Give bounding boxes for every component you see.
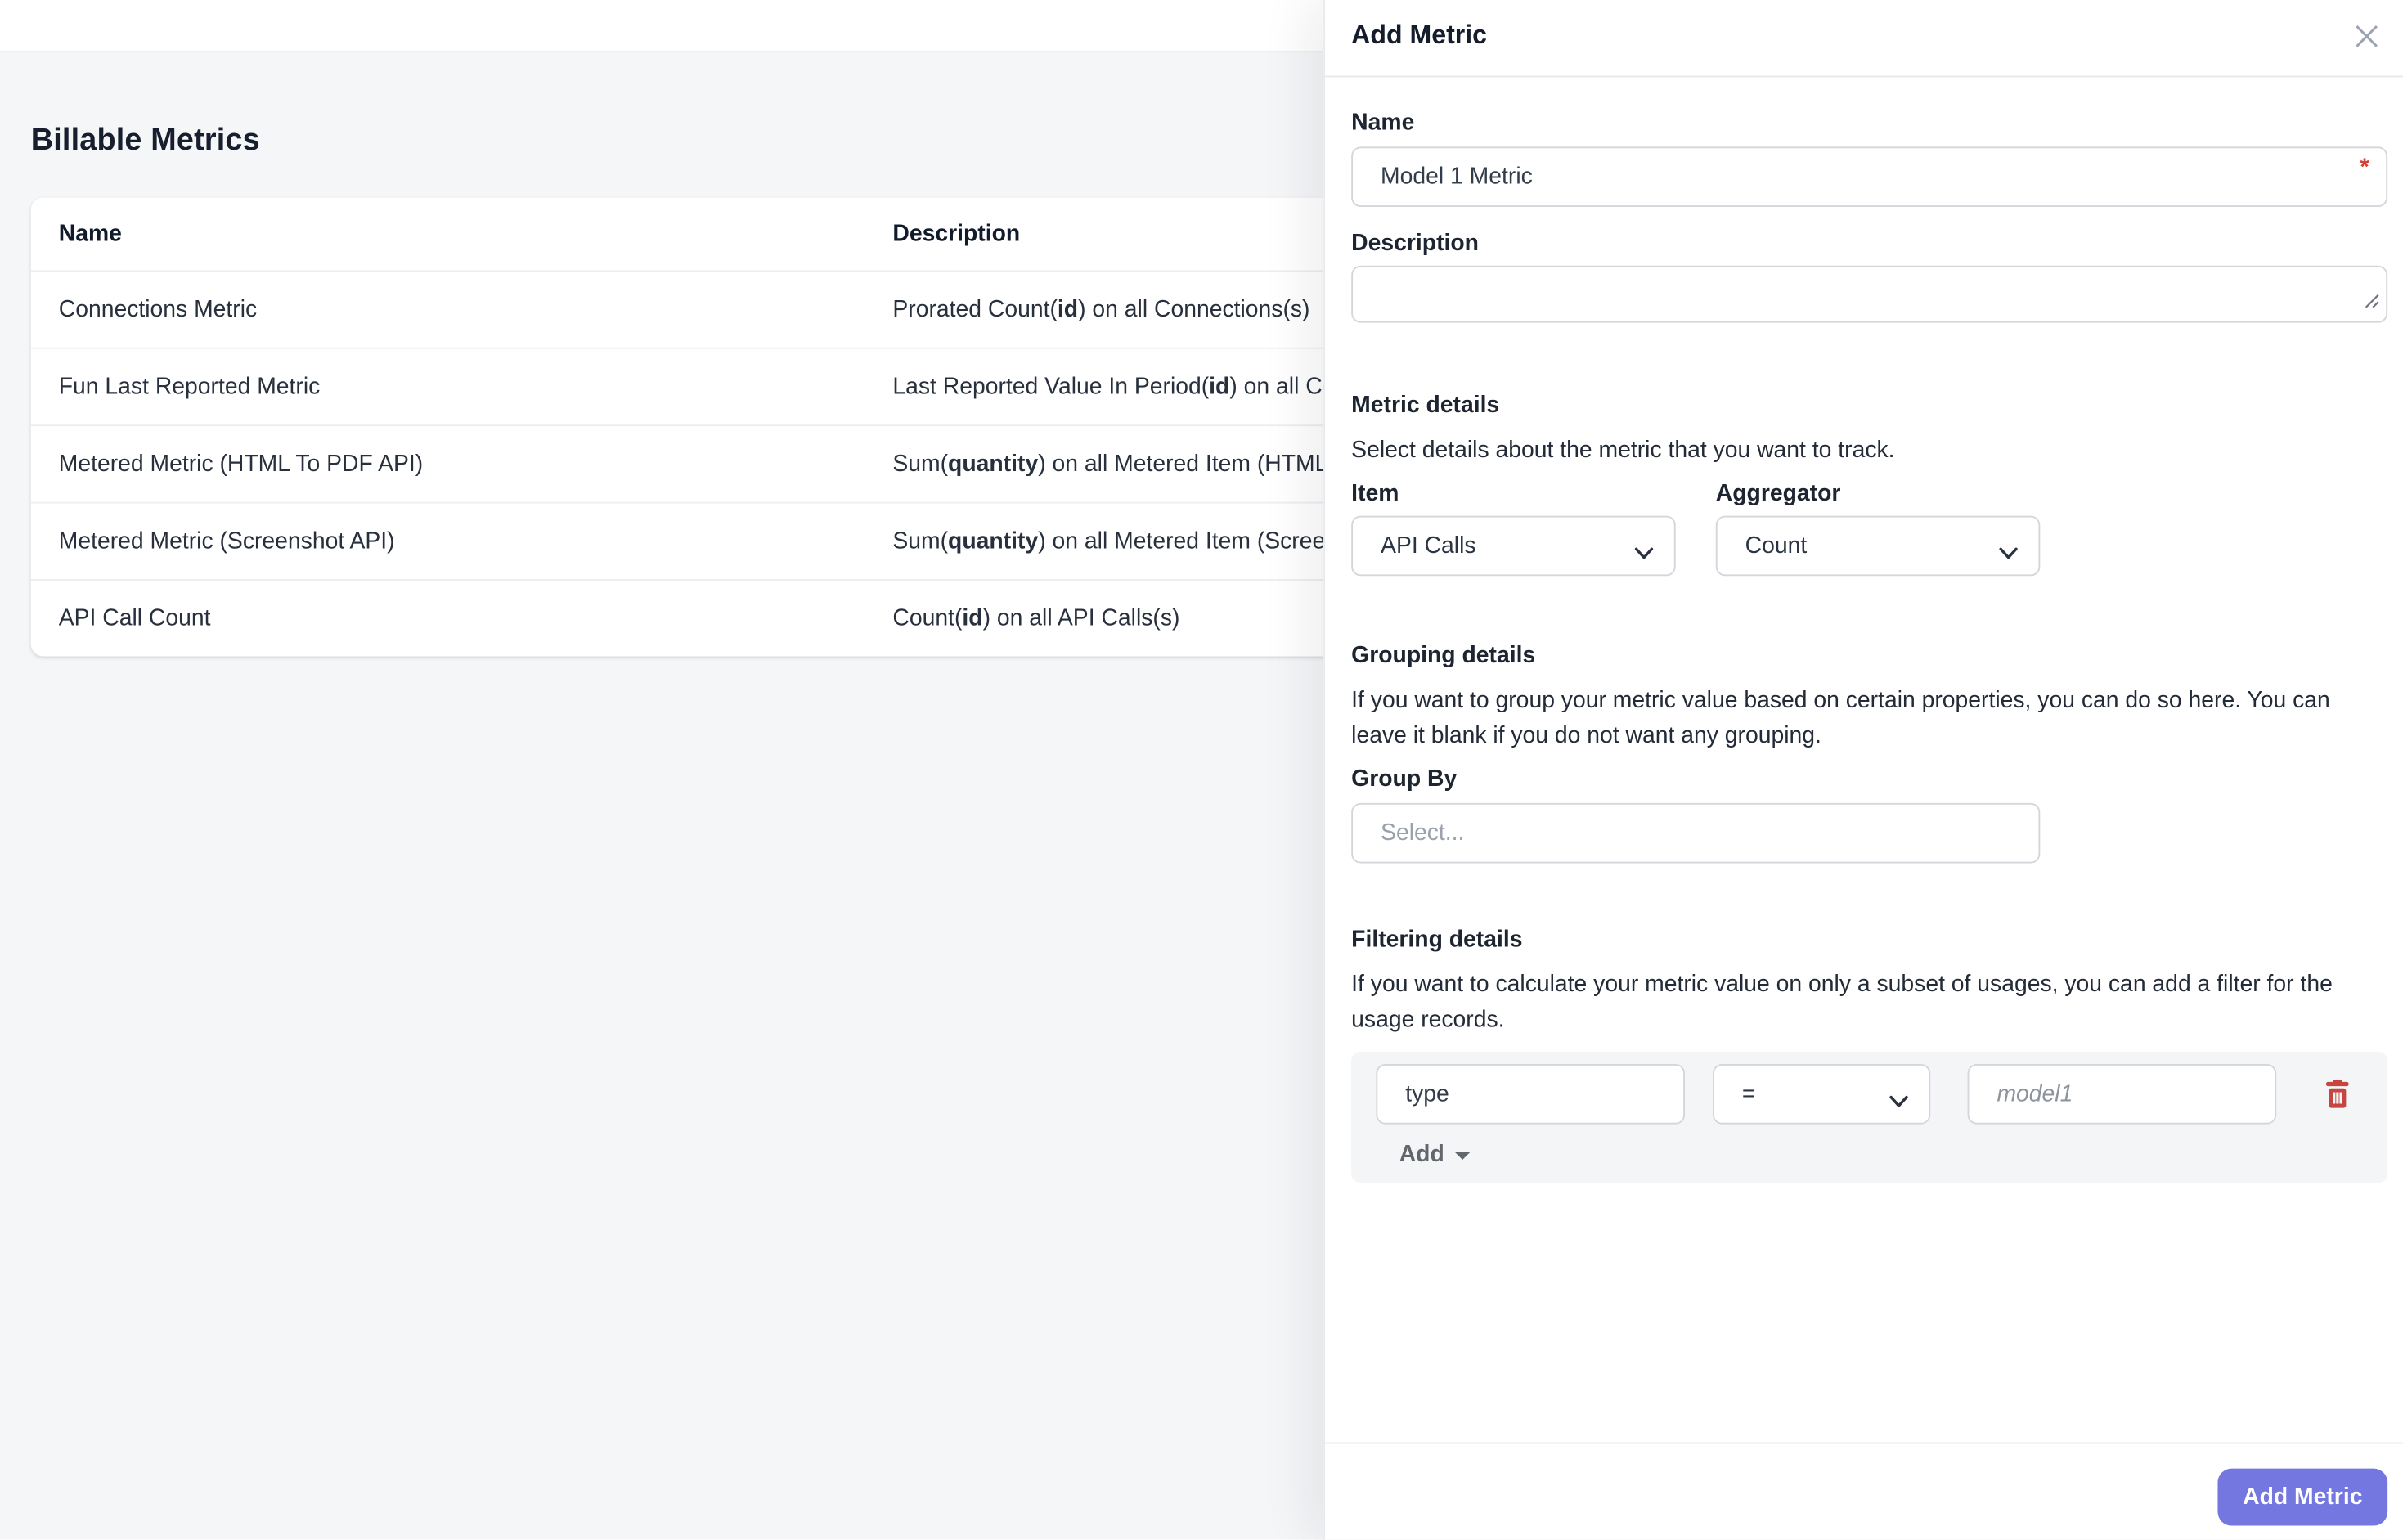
column-header-name: Name [31, 221, 893, 247]
caret-down-icon [1455, 1152, 1471, 1160]
description-textarea[interactable] [1351, 266, 2387, 323]
filter-key-input[interactable]: type [1376, 1064, 1685, 1125]
metric-name-cell: Metered Metric (Screenshot API) [31, 528, 893, 554]
chevron-down-icon [1998, 541, 2019, 567]
filter-row: type = model1 [1376, 1064, 2387, 1125]
name-field-wrap: Model 1 Metric * [1351, 146, 2387, 207]
aggregator-label: Aggregator [1716, 480, 2041, 506]
filter-box: type = model1 [1351, 1052, 2387, 1183]
metric-name-cell: Metered Metric (HTML To PDF API) [31, 451, 893, 477]
trash-icon[interactable] [2324, 1080, 2351, 1116]
item-label: Item [1351, 480, 1676, 506]
filter-value-placeholder: model1 [1997, 1081, 2073, 1107]
filtering-details-subtext: If you want to calculate your metric val… [1351, 967, 2387, 1038]
grouping-details-heading: Grouping details [1351, 642, 2387, 668]
filter-value-input[interactable]: model1 [1968, 1064, 2277, 1125]
filter-key-value: type [1405, 1081, 1449, 1107]
drawer-title: Add Metric [1351, 20, 1487, 52]
drawer-body: Name Model 1 Metric * Description Metric… [1325, 76, 2403, 1444]
metric-details-selects: API Calls Count [1351, 516, 2387, 577]
filter-operator-value: = [1742, 1081, 1756, 1107]
chevron-down-icon [1634, 541, 1655, 567]
aggregator-select-value: Count [1745, 532, 1808, 559]
group-by-select[interactable]: Select... [1351, 803, 2040, 864]
metric-details-subtext: Select details about the metric that you… [1351, 433, 2387, 468]
close-icon[interactable] [2347, 17, 2384, 54]
aggregator-select[interactable]: Count [1716, 516, 2041, 577]
filtering-details-heading: Filtering details [1351, 927, 2387, 953]
grouping-details-subtext: If you want to group your metric value b… [1351, 683, 2387, 754]
metric-name-cell: Connections Metric [31, 297, 893, 323]
name-input[interactable]: Model 1 Metric [1351, 146, 2387, 207]
add-metric-submit-button[interactable]: Add Metric [2217, 1469, 2387, 1526]
page-title: Billable Metrics [31, 123, 260, 159]
add-filter-label: Add [1399, 1141, 1444, 1167]
item-select-value: API Calls [1381, 532, 1475, 559]
metric-details-labels: Item Aggregator [1351, 480, 2387, 506]
group-by-label: Group By [1351, 766, 2387, 792]
add-filter-dropdown[interactable]: Add [1399, 1141, 2387, 1167]
item-select[interactable]: API Calls [1351, 516, 1676, 577]
screen: Billable Metrics Name Description Connec… [0, 0, 2403, 1540]
drawer-footer: Add Metric [1325, 1443, 2403, 1540]
metric-name-cell: Fun Last Reported Metric [31, 374, 893, 400]
name-input-value: Model 1 Metric [1381, 164, 1533, 190]
filter-operator-select[interactable]: = [1713, 1064, 1930, 1125]
metric-name-cell: API Call Count [31, 605, 893, 631]
drawer-header: Add Metric [1325, 0, 2403, 77]
required-asterisk: * [2360, 155, 2369, 181]
add-metric-drawer: Add Metric Name Model 1 Metric * Descrip… [1323, 0, 2403, 1540]
description-label: Description [1351, 230, 2387, 256]
resize-handle-icon[interactable] [2365, 289, 2380, 317]
name-label: Name [1351, 110, 2387, 136]
metric-details-heading: Metric details [1351, 393, 2387, 419]
chevron-down-icon [1889, 1089, 1909, 1115]
group-by-placeholder: Select... [1381, 820, 1464, 846]
